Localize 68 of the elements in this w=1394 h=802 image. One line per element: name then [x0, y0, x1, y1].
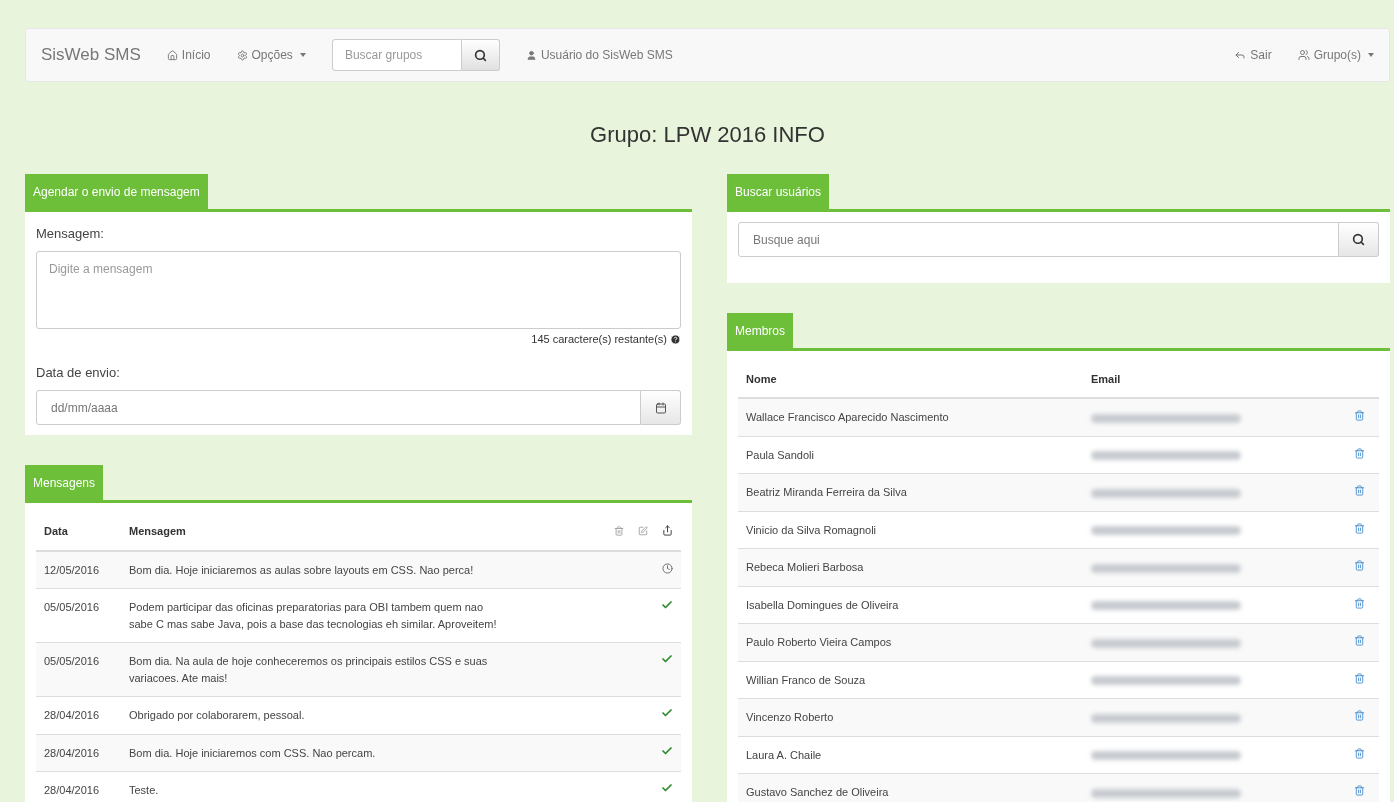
table-cell: 12/05/2016 — [36, 550, 121, 589]
user-link[interactable]: Usuário do SisWeb SMS — [525, 48, 673, 62]
user-icon — [525, 49, 537, 61]
table-cell: 28/04/2016 — [36, 771, 121, 802]
table-cell: Gustavo Sanchez de Oliveira — [738, 773, 1083, 802]
edit-icon[interactable] — [638, 525, 648, 536]
group-search-field[interactable]: Buscar grupos — [331, 39, 462, 71]
table-cell: Teste. — [121, 771, 591, 802]
panel-tab[interactable]: Agendar o envio de mensagem — [25, 174, 208, 209]
field-label: Data de envio: — [36, 365, 121, 380]
search-icon — [1352, 233, 1365, 246]
table-cell: 05/05/2016 — [36, 642, 121, 697]
table-cell: Willian Franco de Souza — [738, 661, 1083, 699]
help-icon[interactable] — [670, 333, 681, 345]
table-cell: Isabella Domingues de Oliveira — [738, 586, 1083, 624]
search-button[interactable] — [1339, 222, 1379, 257]
table-cell: Paula Sandoli — [738, 436, 1083, 474]
table-cell: Vinicio da Silva Romagnoli — [738, 511, 1083, 549]
calendar-icon — [654, 401, 667, 414]
home-icon — [166, 49, 178, 61]
trash-icon[interactable] — [1353, 447, 1365, 459]
table-cell: Beatriz Miranda Ferreira da Silva — [738, 473, 1083, 511]
table-cell: Laura A. Chaile — [738, 736, 1083, 774]
settings-icon — [236, 49, 248, 61]
table-cell: Bom dia. Na aula de hoje conheceremos os principais estilos CSS e suas variacoes. Ate mais! — [121, 642, 591, 697]
nav-link[interactable]: Sair — [1234, 48, 1272, 62]
table-cell: Wallace Francisco Aparecido Nascimento — [738, 398, 1083, 436]
trash-icon[interactable] — [1353, 522, 1365, 534]
trash-icon[interactable] — [1353, 485, 1365, 496]
trash-icon[interactable] — [1353, 560, 1365, 571]
trash-icon[interactable] — [1353, 710, 1365, 721]
page-title: Grupo: LPW 2016 INFO — [589, 121, 826, 149]
column-header: Data — [36, 513, 121, 551]
users-icon — [1297, 49, 1310, 61]
nav-link[interactable]: Opções — [236, 48, 306, 62]
trash-icon[interactable] — [1353, 672, 1365, 684]
character-counter: 145 caractere(s) restante(s) — [531, 333, 667, 345]
panel-tab[interactable]: Buscar usuários — [727, 174, 830, 209]
panel-tab[interactable]: Membros — [727, 313, 793, 348]
calendar-button[interactable] — [641, 390, 681, 425]
table-cell: 28/04/2016 — [36, 696, 121, 734]
table-cell: Vincenzo Roberto — [738, 698, 1083, 736]
table-cell: Paulo Roberto Vieira Campos — [738, 623, 1083, 661]
trash-icon[interactable] — [1353, 747, 1365, 759]
table-cell: Podem participar das oficinas preparatorias para OBI tambem quem nao sabe C mas sabe Java, pois a base das tecnologias eh similar. Aproveitem! — [121, 588, 591, 643]
trash-icon[interactable] — [1353, 597, 1365, 609]
reply-arrow-icon — [1234, 49, 1247, 61]
trash-icon[interactable] — [1353, 635, 1365, 646]
table-cell: Rebeca Molieri Barbosa — [738, 548, 1083, 586]
nav-link[interactable]: Início — [166, 48, 211, 62]
table-cell: Bom dia. Hoje iniciaremos com CSS. Nao percam. — [121, 734, 591, 772]
brand-name[interactable]: SisWeb SMS — [41, 45, 141, 65]
table-cell: 05/05/2016 — [36, 588, 121, 643]
table-cell: 28/04/2016 — [36, 734, 121, 772]
message-field[interactable]: Digite a mensagem — [36, 251, 681, 329]
column-header: Mensagem — [121, 513, 591, 551]
trash-icon[interactable] — [1353, 410, 1365, 421]
user-search-field[interactable]: Busque aqui — [738, 222, 1339, 257]
date-field[interactable]: dd/mm/aaaa — [36, 390, 641, 425]
table-cell: Obrigado por colaborarem, pessoal. — [121, 696, 591, 734]
table-cell: Bom dia. Hoje iniciaremos as aulas sobre layouts em CSS. Nao perca! — [121, 550, 591, 589]
search-icon — [473, 48, 487, 62]
field-label: Mensagem: — [36, 226, 105, 241]
trash-icon[interactable] — [1353, 785, 1365, 796]
search-button[interactable] — [461, 39, 500, 71]
trash-icon[interactable] — [614, 525, 624, 536]
panel-tab[interactable]: Mensagens — [25, 465, 104, 500]
nav-link[interactable]: Grupo(s) — [1297, 48, 1374, 62]
